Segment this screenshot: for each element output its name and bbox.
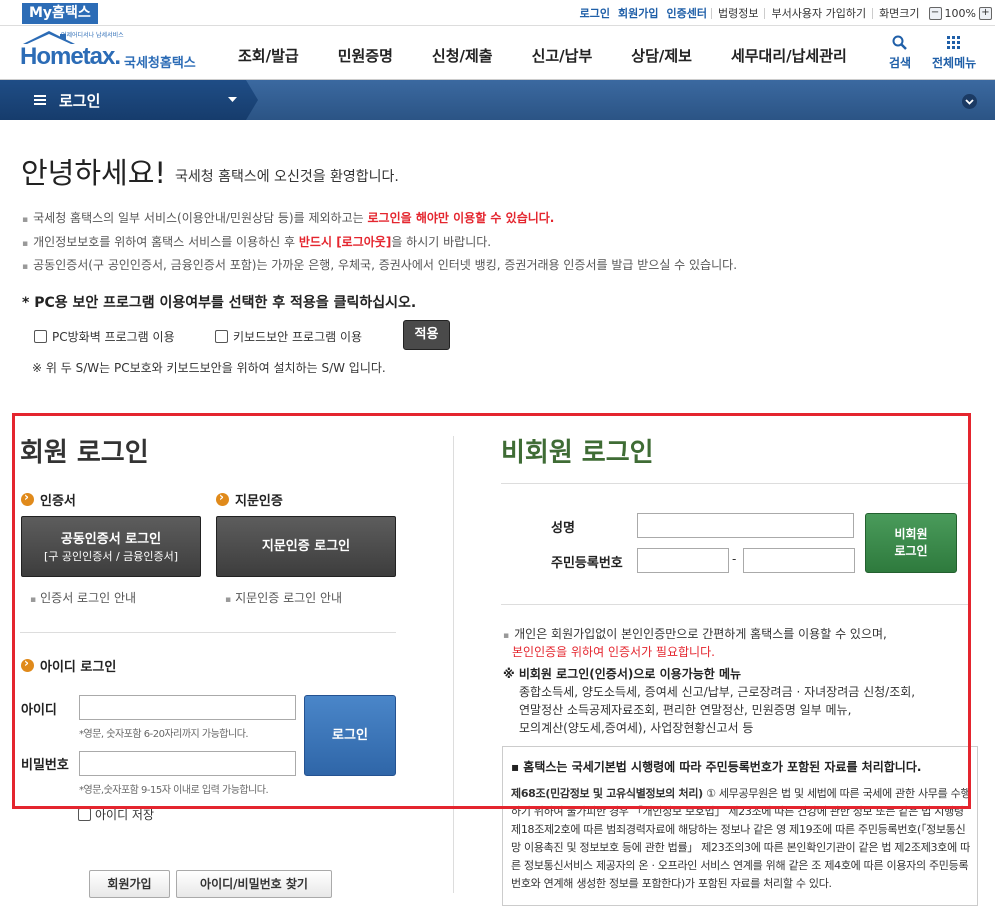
- firewall-label: PC방화벽 프로그램 이용: [52, 330, 175, 344]
- grid-menu-icon: [947, 36, 961, 49]
- join-button[interactable]: 회원가입: [89, 870, 170, 898]
- notice-2-emphasis: 반드시 [로그아웃]: [298, 235, 392, 249]
- nav-report-pay[interactable]: 신고/납부: [532, 45, 593, 66]
- notice-3: 공동인증서(구 공인인증서, 금융인증서 포함)는 가까운 은행, 우체국, 증…: [22, 256, 737, 273]
- notice-1: 국세청 홈택스의 일부 서비스(이용안내/민원상담 등)를 제외하고는 로그인을…: [22, 209, 554, 226]
- sw-note: ※ 위 두 S/W는 PC보호와 키보드보안을 위하여 설치하는 S/W 입니다…: [32, 361, 386, 375]
- header: 언제어디서나 납세서비스 Hometax. 국세청홈택스 조회/발급 민원증명 …: [0, 26, 995, 80]
- logo-main-text: Hometax.: [20, 43, 121, 70]
- top-utility-bar: My홈택스 로그인 회원가입 인증센터 법령정보 부서사용자 가입하기 화면크기…: [0, 0, 995, 26]
- apply-button[interactable]: 적용: [403, 320, 450, 350]
- hometax-logo[interactable]: 언제어디서나 납세서비스 Hometax. 국세청홈택스: [20, 30, 210, 76]
- chevron-down-icon[interactable]: [962, 94, 977, 109]
- hamburger-icon: [34, 95, 46, 105]
- login-link[interactable]: 로그인: [576, 8, 614, 19]
- zoom-out-button[interactable]: −: [928, 6, 942, 20]
- pc-security-question: * PC용 보안 프로그램 이용여부를 선택한 후 적용을 클릭하십시오.: [22, 295, 417, 311]
- nav-tax-agent[interactable]: 세무대리/납세관리: [731, 45, 847, 66]
- notice-1-emphasis: 로그인을 해야만 이용할 수 있습니다.: [367, 211, 555, 225]
- welcome-text: 국세청 홈택스에 오신것을 환영합니다.: [175, 169, 399, 185]
- logo-small-text: 언제어디서나 납세서비스: [61, 32, 124, 39]
- nav-inquiry[interactable]: 조회/발급: [238, 45, 299, 66]
- top-links: 로그인 회원가입 인증센터 법령정보 부서사용자 가입하기 화면크기 − 100…: [576, 5, 995, 21]
- highlight-box: [12, 413, 971, 809]
- nav-apply-submit[interactable]: 신청/제출: [432, 45, 493, 66]
- find-id-password-button[interactable]: 아이디/비밀번호 찾기: [176, 870, 332, 898]
- law-info-link[interactable]: 법령정보: [711, 7, 764, 19]
- search-tool[interactable]: 검색: [889, 35, 911, 71]
- all-menu-label: 전체메뉴: [932, 56, 977, 70]
- dropdown-arrow-icon: [228, 97, 237, 102]
- nav-civil-cert[interactable]: 민원증명: [338, 45, 393, 66]
- notice-1-text: 국세청 홈택스의 일부 서비스(이용안내/민원상담 등)를 제외하고는: [33, 211, 368, 225]
- nav-consult[interactable]: 상담/제보: [631, 45, 692, 66]
- notice-2-tail: 을 하시기 바랍니다.: [391, 235, 492, 249]
- zoom-level: 100%: [944, 6, 976, 20]
- zoom-in-button[interactable]: +: [979, 6, 992, 20]
- my-hometax-tab[interactable]: My홈택스: [22, 3, 98, 24]
- search-label: 검색: [889, 56, 912, 70]
- firewall-checkbox[interactable]: PC방화벽 프로그램 이용: [34, 328, 175, 345]
- cert-center-link[interactable]: 인증센터: [663, 8, 711, 19]
- search-icon: [892, 35, 907, 50]
- keyboard-security-label: 키보드보안 프로그램 이용: [233, 330, 363, 344]
- keyboard-security-checkbox[interactable]: 키보드보안 프로그램 이용: [215, 328, 362, 345]
- notice-2-text: 개인정보보호를 위하여 홈택스 서비스를 이용하신 후: [33, 235, 299, 249]
- location-label: 로그인: [59, 92, 101, 110]
- logo-kor-text: 국세청홈택스: [124, 56, 196, 71]
- signup-link[interactable]: 회원가입: [614, 8, 662, 19]
- greeting-heading: 안녕하세요!: [21, 156, 167, 190]
- main-nav: 조회/발급 민원증명 신청/제출 신고/납부 상담/제보 세무대리/납세관리: [238, 45, 886, 66]
- checkbox-box[interactable]: [215, 330, 228, 343]
- dept-user-signup-link[interactable]: 부서사용자 가입하기: [764, 7, 872, 19]
- notice-2: 개인정보보호를 위하여 홈택스 서비스를 이용하신 후 반드시 [로그아웃]을 …: [22, 233, 491, 250]
- checkbox-box[interactable]: [34, 330, 47, 343]
- checkbox-box[interactable]: [78, 808, 91, 821]
- all-menu-tool[interactable]: 전체메뉴: [932, 35, 976, 71]
- screen-size-label: 화면크기: [872, 7, 925, 19]
